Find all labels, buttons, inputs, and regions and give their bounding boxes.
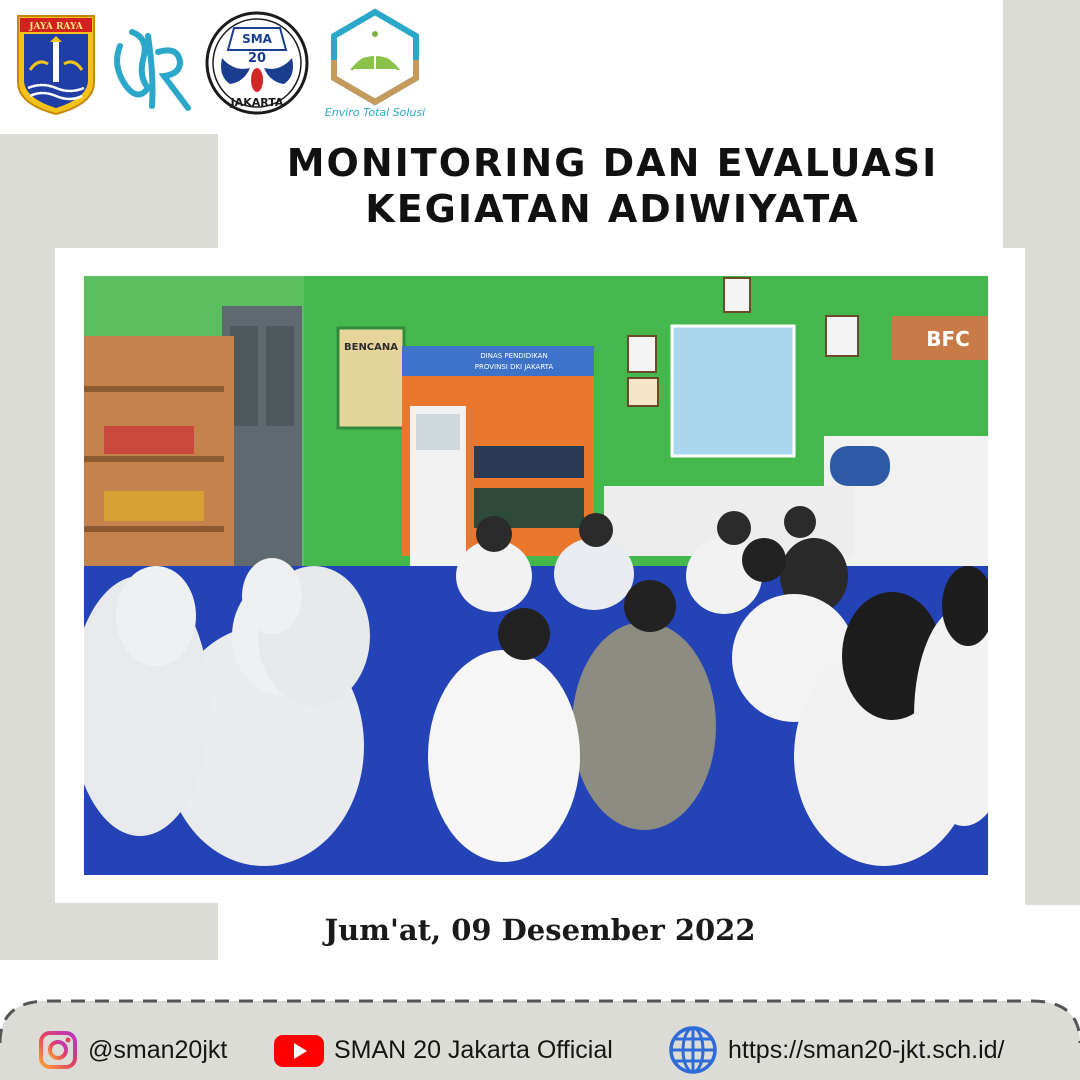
website-link[interactable]: https://sman20-jkt.sch.id/ [668,1026,1005,1074]
enviro-text: Enviro Total Solusi [325,106,425,119]
footer-social-bar: @sman20jkt SMAN 20 Jakarta Official http… [0,995,1080,1080]
gray-band-top-right [1003,0,1080,248]
provinsi-text: PROVINSI DKI JAKARTA [475,363,554,371]
title-line-1: MONITORING DAN EVALUASI [286,141,939,185]
gray-band-left-middle [0,248,55,903]
djr-monogram-logo [114,29,191,111]
sma20-emblem-logo: SMA 20 JAKARTA [205,11,309,115]
enviro-total-solusi-logo: Enviro Total Solusi [325,8,425,119]
globe-icon [669,1026,717,1074]
instagram-handle: @sman20jkt [88,1035,228,1064]
title-line-2: KEGIATAN ADIWIYATA [365,187,860,231]
bencana-text: BENCANA [344,342,398,353]
jaya-raya-crest-logo: JAYA RAYA [17,15,95,116]
bfc-text: BFC [926,327,970,351]
sma-text: SMA [242,32,273,46]
sma-number-text: 20 [248,51,266,66]
gray-band-bottom-left [0,903,218,960]
org-chart-board [670,324,796,458]
website-url: https://sman20-jkt.sch.id/ [728,1035,1005,1064]
jakarta-text: JAKARTA [230,96,284,109]
event-date: Jum'at, 09 Desember 2022 [324,913,756,947]
jaya-raya-text: JAYA RAYA [28,22,84,32]
instagram-link[interactable]: @sman20jkt [38,1030,227,1070]
page-title: MONITORING DAN EVALUASI KEGIATAN ADIWIYA… [220,140,1005,232]
instagram-icon [39,1031,77,1069]
youtube-channel: SMAN 20 Jakarta Official [334,1035,613,1064]
event-photo: BENCANA DINAS PENDIDIKAN PROVINSI DKI JA… [84,276,988,875]
dinas-text: DINAS PENDIDIKAN [480,352,547,360]
group-discussion-photo: BENCANA DINAS PENDIDIKAN PROVINSI DKI JA… [84,276,988,875]
youtube-link[interactable]: SMAN 20 Jakarta Official [272,1030,613,1070]
gray-band-top-left [0,134,218,248]
logo-row: JAYA RAYA SMA 20 JAKARTA Enviro Total So… [10,8,430,119]
gray-band-right-middle [1025,248,1080,905]
youtube-icon [274,1035,324,1067]
